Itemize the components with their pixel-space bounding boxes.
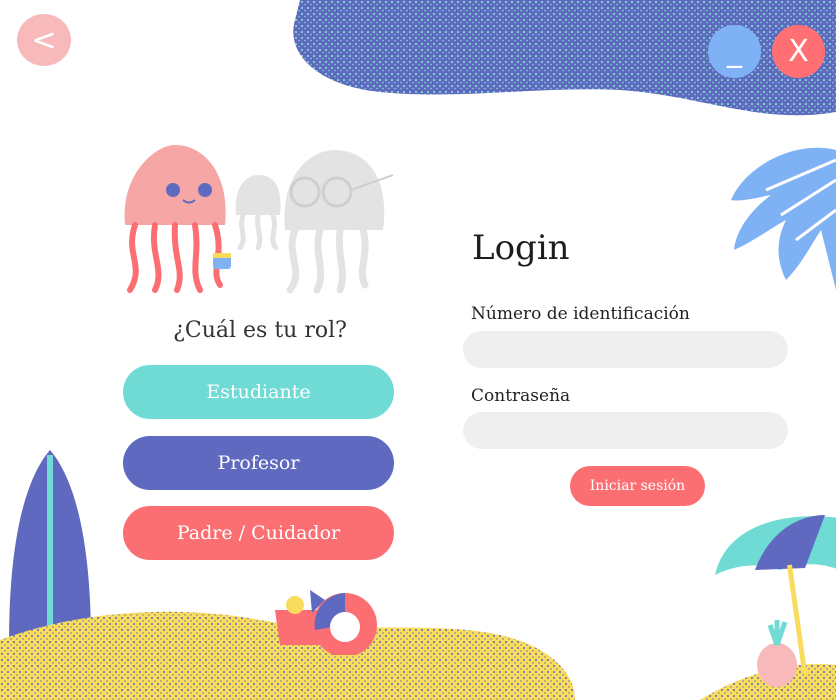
teacher-role-button[interactable]: Profesor <box>123 436 394 490</box>
leaf-decoration <box>731 147 836 290</box>
back-icon: < <box>31 22 57 58</box>
role-question: ¿Cuál es tu rol? <box>173 318 347 343</box>
login-title: Login <box>472 228 570 268</box>
sand-decoration <box>0 611 836 700</box>
minimize-icon: _ <box>727 33 742 69</box>
student-jellyfish-illustration <box>124 145 231 293</box>
back-button[interactable]: < <box>17 14 71 66</box>
minimize-button[interactable]: _ <box>708 25 761 78</box>
password-label: Contraseña <box>471 386 571 406</box>
id-number-field[interactable] <box>463 331 788 368</box>
id-number-label: Número de identificación <box>471 304 690 324</box>
student-role-button[interactable]: Estudiante <box>123 365 394 419</box>
teacher-jellyfish-illustration <box>284 150 394 294</box>
beach-bucket-decoration <box>275 590 377 655</box>
close-icon: X <box>788 34 809 69</box>
parent-role-button[interactable]: Padre / Cuidador <box>123 506 394 560</box>
close-button[interactable]: X <box>772 25 825 78</box>
teacher-role-label: Profesor <box>217 452 300 474</box>
student-role-label: Estudiante <box>206 381 311 403</box>
login-button[interactable]: Iniciar sesión <box>570 466 705 506</box>
login-button-label: Iniciar sesión <box>589 478 686 494</box>
password-field[interactable] <box>463 412 788 449</box>
parent-role-label: Padre / Cuidador <box>176 522 341 544</box>
umbrella-decoration <box>715 515 836 687</box>
